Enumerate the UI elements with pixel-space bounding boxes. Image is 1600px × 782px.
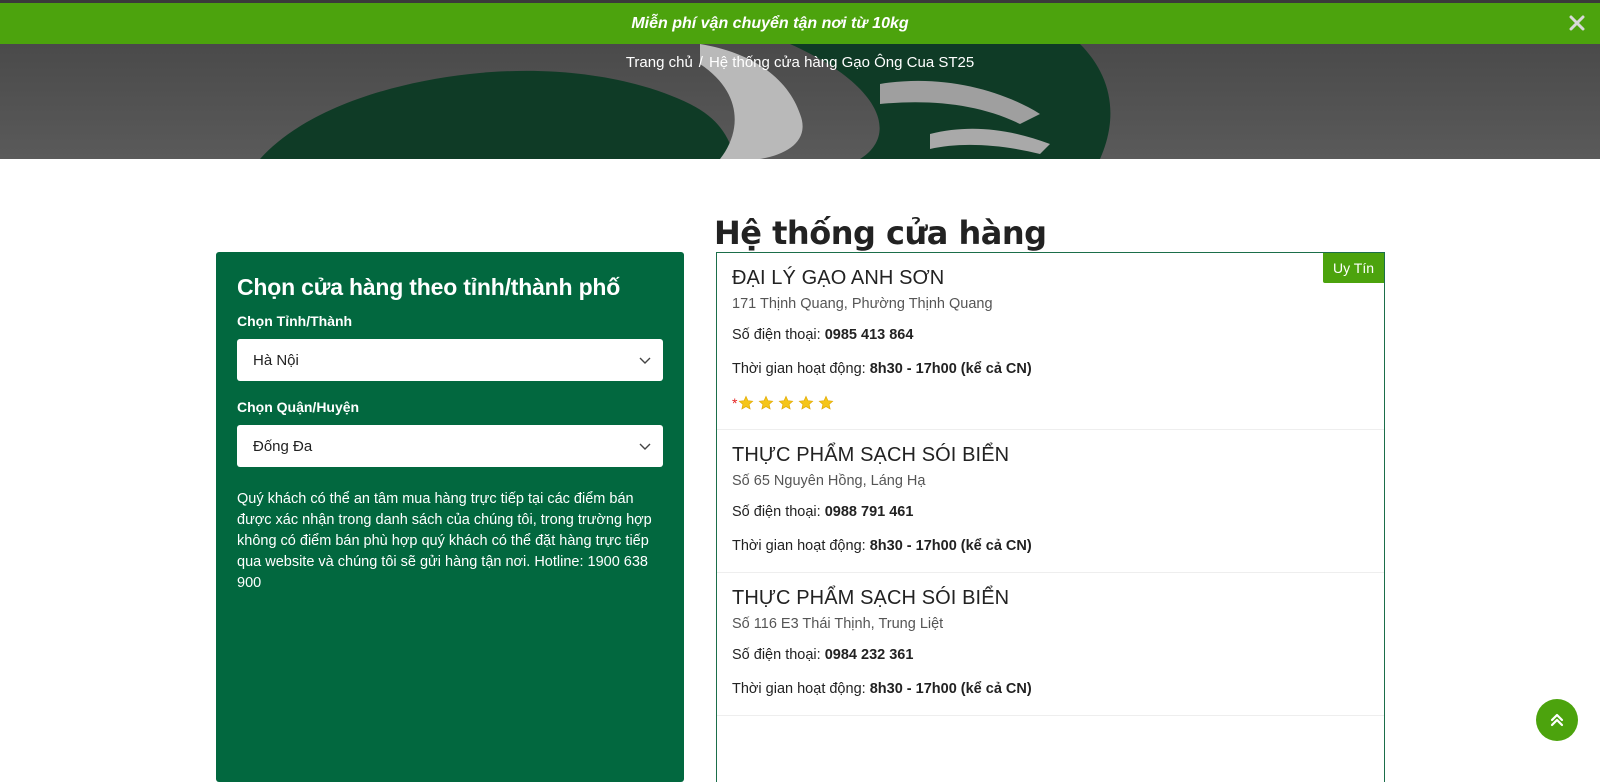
scroll-to-top-button[interactable] [1536,699,1578,741]
store-name: THỰC PHẨM SẠCH SÓI BIỂN [732,587,1010,609]
store-info-description: Quý khách có thể an tâm mua hàng trực ti… [237,491,652,591]
store-hours: 8h30 - 17h00 (kể cả CN) [869,681,1032,697]
breadcrumb-separator: / [698,54,703,71]
star-icon[interactable] [738,395,754,411]
breadcrumb-current: Hệ thống cửa hàng Gạo Ông Cua ST25 [708,54,975,71]
store-name: THỰC PHẨM SẠCH SÓI BIỂN [732,444,1010,466]
hours-label: Thời gian hoạt động [732,361,862,377]
star-icon[interactable] [778,395,794,411]
announcement-bar: Miễn phí vận chuyển tận nơi từ 10kg [0,0,1600,44]
close-icon[interactable] [1566,12,1588,34]
rating-required-mark: * [732,395,738,411]
district-selected-value: Đống Đa [253,437,313,455]
province-select[interactable]: Hà Nội [237,339,663,381]
store-phone[interactable]: 0985 413 864 [825,327,914,343]
breadcrumb: Trang chủ / Hệ thống cửa hàng Gạo Ông Cua … [0,54,1600,71]
phone-label: Số điện thoại [732,327,817,343]
hours-label: Thời gian hoạt động [732,538,862,554]
store-address: Số 116 E3 Thái Thịnh, Trung Liệt [732,616,944,632]
store-card[interactable]: THỰC PHẨM SẠCH SÓI BIỂN Số 65 Nguyên Hồn… [717,430,1384,573]
store-name: ĐẠI LÝ GẠO ANH SƠN [732,267,945,289]
filter-panel-title: Chọn cửa hàng theo tỉnh/thành phố [237,274,621,300]
store-phone-row: Số điện thoại: 0988 791 461 [732,504,914,520]
store-hours-row: Thời gian hoạt động: 8h30 - 17h00 (kể cả… [732,361,1032,377]
star-icon[interactable] [798,395,814,411]
store-phone-row: Số điện thoại: 0984 232 361 [732,647,914,663]
store-phone[interactable]: 0988 791 461 [825,504,914,520]
store-list: Uy Tín ĐẠI LÝ GẠO ANH SƠN 171 Thịnh Quan… [716,252,1385,782]
chevron-down-icon [639,439,651,456]
district-label: Chọn Quận/Huyện [237,399,360,415]
star-icon[interactable] [758,395,774,411]
store-filter-panel: Chọn cửa hàng theo tỉnh/thành phố Chọn T… [216,252,684,782]
store-phone-row: Số điện thoại: 0985 413 864 [732,327,914,343]
store-address: 171 Thịnh Quang, Phường Thịnh Quang [732,296,993,312]
store-card[interactable]: THỰC PHẨM SẠCH SÓI BIỂN Số 116 E3 Thái T… [717,573,1384,716]
page-title: Hệ thống cửa hàng [714,214,1047,252]
chevron-down-icon [639,353,651,370]
store-hours: 8h30 - 17h00 (kể cả CN) [869,538,1032,554]
double-chevron-up-icon [1550,713,1564,727]
phone-label: Số điện thoại [732,647,817,663]
store-rating: * [732,395,1369,411]
province-selected-value: Hà Nội [253,351,299,369]
store-hours-row: Thời gian hoạt động: 8h30 - 17h00 (kể cả… [732,538,1032,554]
store-hours-row: Thời gian hoạt động: 8h30 - 17h00 (kể cả… [732,681,1032,697]
trusted-badge: Uy Tín [1323,253,1384,283]
star-icon[interactable] [818,395,834,411]
breadcrumb-home-link[interactable]: Trang chủ [626,54,693,71]
province-label: Chọn Tỉnh/Thành [237,313,353,329]
hours-label: Thời gian hoạt động [732,681,862,697]
store-card[interactable]: ĐẠI LÝ GẠO ANH SƠN 171 Thịnh Quang, Phườ… [717,253,1384,430]
phone-label: Số điện thoại [732,504,817,520]
district-select[interactable]: Đống Đa [237,425,663,467]
announcement-text: Miễn phí vận chuyển tận nơi từ 10kg [631,14,909,32]
store-phone[interactable]: 0984 232 361 [825,647,914,663]
store-address: Số 65 Nguyên Hồng, Láng Hạ [732,473,926,489]
hero-banner: Trang chủ / Hệ thống cửa hàng Gạo Ông Cua … [0,44,1600,159]
store-hours: 8h30 - 17h00 (kể cả CN) [869,361,1032,377]
